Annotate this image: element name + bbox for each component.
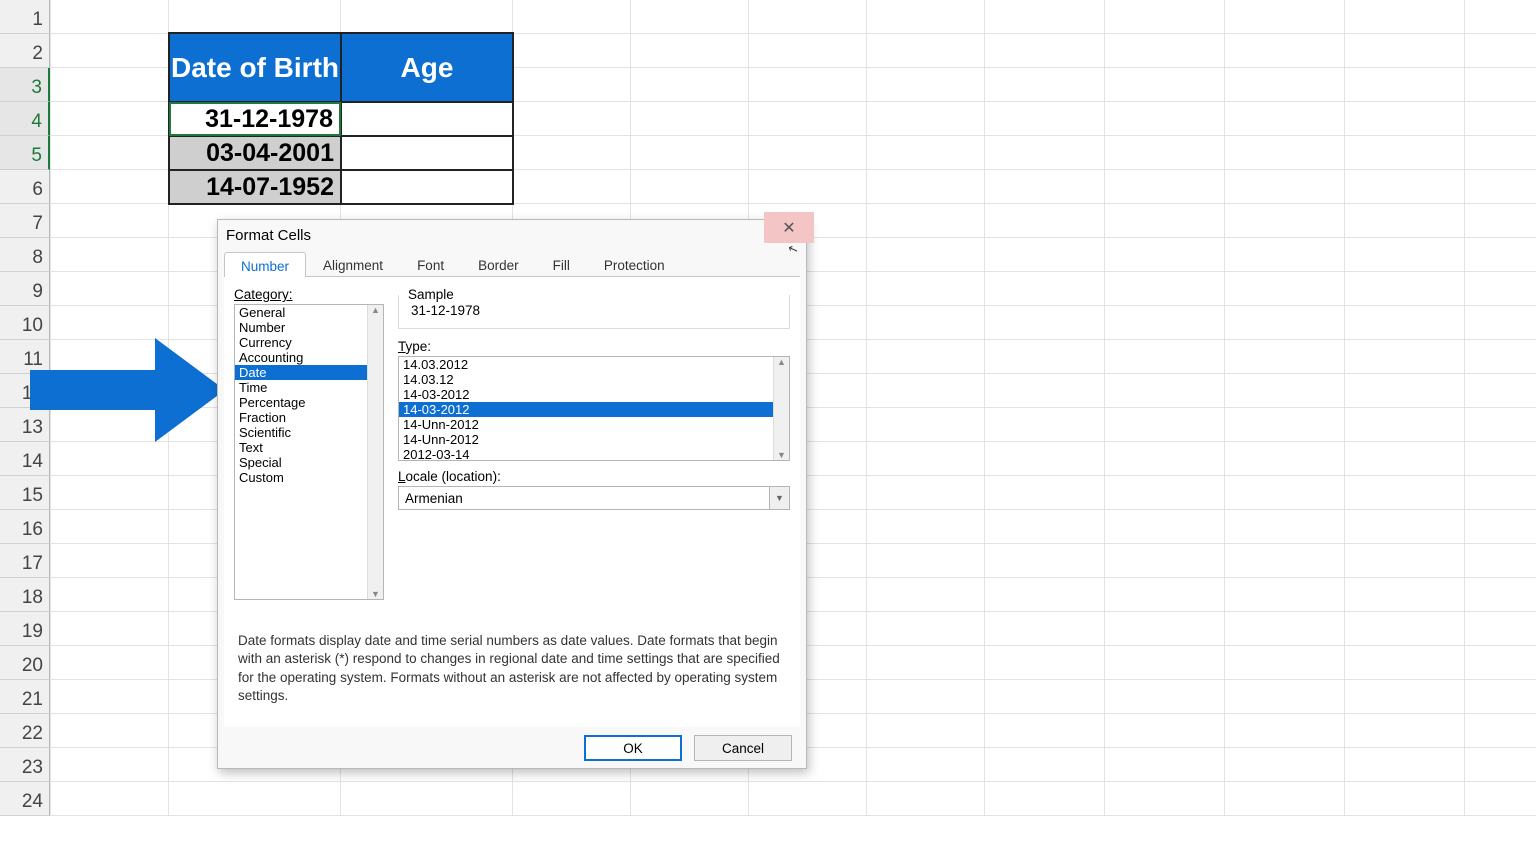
close-button[interactable]: ✕ <box>764 212 814 243</box>
type-item[interactable]: 14-03-2012 <box>399 402 789 417</box>
cancel-button[interactable]: Cancel <box>694 735 792 761</box>
header-date-of-birth: Date of Birth <box>169 33 341 102</box>
category-item[interactable]: Scientific <box>235 425 383 440</box>
annotation-arrow <box>30 340 230 440</box>
cell-b4[interactable]: 03-04-2001 <box>169 136 341 170</box>
locale-value: Armenian <box>405 491 463 506</box>
row-header[interactable]: 1 <box>0 0 50 34</box>
scrollbar[interactable]: ▲ ▼ <box>367 305 383 599</box>
row-header[interactable]: 23 <box>0 748 50 782</box>
row-header[interactable]: 3 <box>0 68 50 102</box>
row-header[interactable]: 16 <box>0 510 50 544</box>
row-header[interactable]: 9 <box>0 272 50 306</box>
row-header[interactable]: 10 <box>0 306 50 340</box>
category-item[interactable]: Fraction <box>235 410 383 425</box>
row-header[interactable]: 6 <box>0 170 50 204</box>
scroll-up-icon[interactable]: ▲ <box>777 357 786 367</box>
row-header[interactable]: 7 <box>0 204 50 238</box>
type-item[interactable]: 14-Unn-2012 <box>399 417 789 432</box>
format-cells-dialog: Format Cells ? ✕ ↖ NumberAlignmentFontBo… <box>217 219 807 769</box>
category-item[interactable]: Custom <box>235 470 383 485</box>
row-header[interactable]: 2 <box>0 34 50 68</box>
row-header[interactable]: 18 <box>0 578 50 612</box>
type-listbox[interactable]: 14.03.201214.03.1214-03-201214-03-201214… <box>398 356 790 461</box>
cell-c3[interactable] <box>341 102 513 136</box>
row-header[interactable]: 20 <box>0 646 50 680</box>
type-item[interactable]: 14.03.12 <box>399 372 789 387</box>
close-icon: ✕ <box>782 218 795 238</box>
tab-font[interactable]: Font <box>400 251 461 276</box>
row-header[interactable]: 22 <box>0 714 50 748</box>
category-label: Category: <box>234 287 384 302</box>
type-item[interactable]: 14-03-2012 <box>399 387 789 402</box>
category-item[interactable]: General <box>235 305 383 320</box>
sample-label: Sample <box>405 287 457 302</box>
category-item[interactable]: Currency <box>235 335 383 350</box>
row-header[interactable]: 15 <box>0 476 50 510</box>
row-header[interactable]: 8 <box>0 238 50 272</box>
row-header[interactable]: 14 <box>0 442 50 476</box>
ok-button[interactable]: OK <box>584 735 682 761</box>
worksheet-table: Date of Birth Age 31-12-1978 03-04-2001 … <box>168 32 514 205</box>
dialog-title-text: Format Cells <box>226 227 772 244</box>
sample-value: 31-12-1978 <box>407 303 781 318</box>
tab-protection[interactable]: Protection <box>587 251 682 276</box>
category-item[interactable]: Time <box>235 380 383 395</box>
tab-fill[interactable]: Fill <box>536 251 587 276</box>
category-item[interactable]: Percentage <box>235 395 383 410</box>
category-item[interactable]: Special <box>235 455 383 470</box>
locale-label: Locale (location): <box>398 469 790 484</box>
tab-border[interactable]: Border <box>461 251 536 276</box>
row-header[interactable]: 4 <box>0 102 50 136</box>
category-listbox[interactable]: GeneralNumberCurrencyAccountingDateTimeP… <box>234 304 384 600</box>
header-age: Age <box>341 33 513 102</box>
category-item[interactable]: Date <box>235 365 383 380</box>
scroll-down-icon[interactable]: ▼ <box>777 450 786 460</box>
category-item[interactable]: Number <box>235 320 383 335</box>
tab-alignment[interactable]: Alignment <box>306 251 400 276</box>
cell-c4[interactable] <box>341 136 513 170</box>
category-item[interactable]: Accounting <box>235 350 383 365</box>
scrollbar[interactable]: ▲ ▼ <box>773 357 789 460</box>
cell-b5[interactable]: 14-07-1952 <box>169 170 341 204</box>
dialog-tabs: NumberAlignmentFontBorderFillProtection <box>224 251 800 277</box>
row-header[interactable]: 21 <box>0 680 50 714</box>
scroll-down-icon[interactable]: ▼ <box>371 589 380 599</box>
format-description: Date formats display date and time seria… <box>234 626 790 717</box>
type-item[interactable]: 14.03.2012 <box>399 357 789 372</box>
type-item[interactable]: 14-Unn-2012 <box>399 432 789 447</box>
tab-number[interactable]: Number <box>224 252 306 277</box>
dialog-titlebar[interactable]: Format Cells ? ✕ ↖ <box>218 220 806 251</box>
category-item[interactable]: Text <box>235 440 383 455</box>
row-header[interactable]: 24 <box>0 782 50 816</box>
chevron-down-icon[interactable]: ▼ <box>769 487 789 509</box>
row-header[interactable]: 5 <box>0 136 50 170</box>
type-item[interactable]: 2012-03-14 <box>399 447 789 462</box>
sample-box: Sample 31-12-1978 <box>398 295 790 329</box>
locale-select[interactable]: Armenian ▼ <box>398 486 790 510</box>
row-header[interactable]: 19 <box>0 612 50 646</box>
cell-c5[interactable] <box>341 170 513 204</box>
type-label: Type: <box>398 339 790 354</box>
row-header[interactable]: 17 <box>0 544 50 578</box>
scroll-up-icon[interactable]: ▲ <box>371 305 380 315</box>
cell-b3-active[interactable]: 31-12-1978 <box>169 102 341 136</box>
